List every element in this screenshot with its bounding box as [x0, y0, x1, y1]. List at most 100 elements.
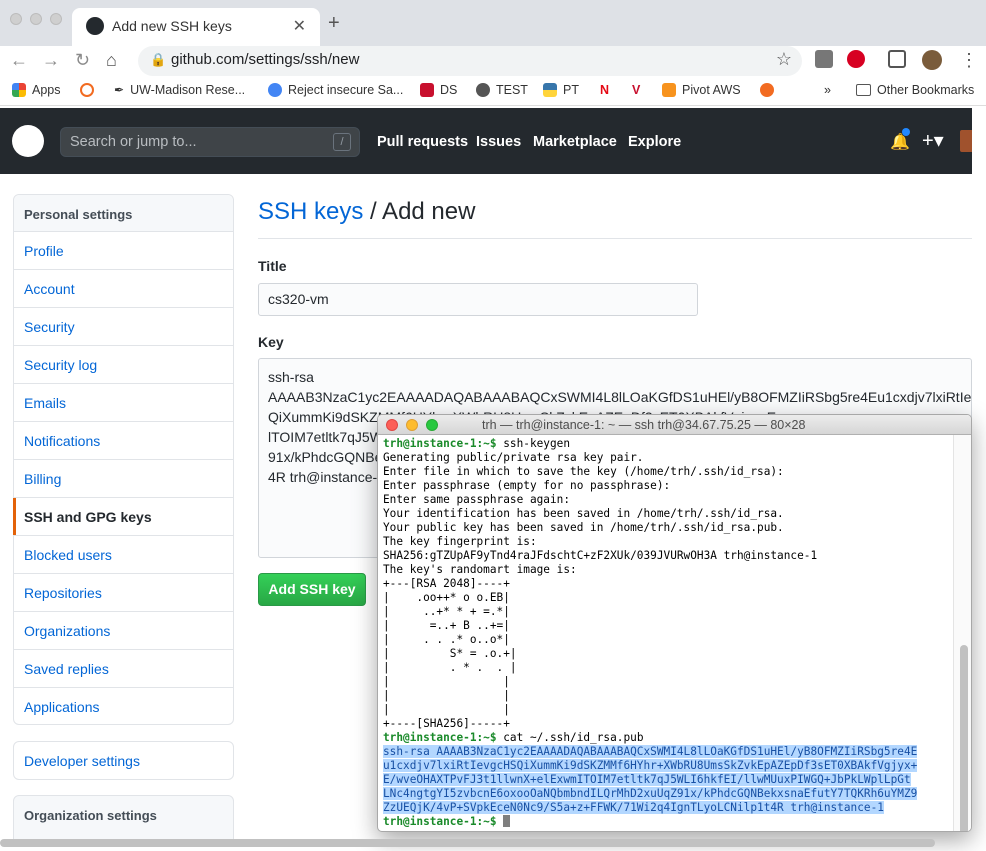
- sidebar-item-ssh-gpg-keys[interactable]: SSH and GPG keys: [13, 498, 233, 536]
- home-icon[interactable]: ⌂: [106, 50, 117, 71]
- terminal-cursor: [503, 815, 511, 827]
- bookmark-reject-insecure[interactable]: Reject insecure Sa...: [268, 83, 403, 97]
- terminal-line: SHA256:gTZUpAF9yTnd4raJFdschtC+zF2XUk/03…: [383, 549, 818, 562]
- selected-key-text[interactable]: ssh-rsa AAAAB3NzaC1yc2EAAAADAQABAAABAQCx…: [383, 745, 918, 758]
- terminal-command: cat ~/.ssh/id_rsa.pub: [503, 731, 644, 744]
- terminal-window[interactable]: trh — trh@instance-1: ~ — ssh trh@34.67.…: [377, 414, 972, 832]
- key-line: AAAAB3NzaC1yc2EAAAADAQABAAABAQCxSWMI4L8l…: [268, 389, 972, 405]
- other-bookmarks[interactable]: Other Bookmarks: [856, 83, 974, 97]
- github-header: Search or jump to... / Pull requests Iss…: [0, 108, 974, 174]
- title-input[interactable]: cs320-vm: [258, 283, 698, 316]
- close-window-icon[interactable]: [10, 13, 22, 25]
- terminal-line: | =..+ B ..+=|: [383, 619, 510, 632]
- terminal-scroll-thumb[interactable]: [960, 645, 968, 831]
- sidebar-item-billing[interactable]: Billing: [14, 460, 233, 498]
- bookmark-star-icon[interactable]: ☆: [776, 49, 792, 70]
- selected-key-text[interactable]: ZzUEQjK/4vP+SVpkEceN0Nc9/S5a+z+FFWK/71Wi…: [383, 801, 884, 814]
- bookmark-label: Reject insecure Sa...: [288, 83, 404, 97]
- sidebar-item-repositories[interactable]: Repositories: [14, 574, 233, 612]
- bookmark-uw-madison[interactable]: ✒ UW-Madison Rese...: [114, 83, 245, 97]
- terminal-close-icon[interactable]: [386, 419, 398, 431]
- tab-title: Add new SSH keys: [112, 18, 232, 34]
- bookmark-label: PT: [563, 83, 579, 97]
- organization-settings-heading: Organization settings: [13, 795, 234, 840]
- key-line: ssh-rsa: [268, 369, 314, 385]
- terminal-line: | |: [383, 675, 510, 688]
- terminal-line: +----[SHA256]-----+: [383, 717, 510, 730]
- sidebar-item-notifications[interactable]: Notifications: [14, 422, 233, 460]
- bookmarks-bar: Apps ✒ UW-Madison Rese... Reject insecure…: [0, 78, 986, 106]
- bookmark-test[interactable]: TEST: [476, 83, 528, 97]
- notification-dot: [902, 128, 910, 136]
- search-input[interactable]: Search or jump to... /: [60, 127, 360, 157]
- selected-key-text[interactable]: u1cxdjv7lxiRtIevgcHSQiXummKi9dSKZMMf6HYh…: [383, 759, 918, 772]
- nav-pull-requests[interactable]: Pull requests: [377, 134, 468, 150]
- bookmark-label: Pivot AWS: [682, 83, 741, 97]
- nav-issues[interactable]: Issues: [476, 134, 521, 150]
- terminal-scrollbar[interactable]: [953, 435, 971, 831]
- bookmark-ds[interactable]: DS: [420, 83, 457, 97]
- nav-explore[interactable]: Explore: [628, 134, 681, 150]
- minimize-window-icon[interactable]: [30, 13, 42, 25]
- sidebar-item-saved-replies[interactable]: Saved replies: [14, 650, 233, 688]
- sidebar-item-security-log[interactable]: Security log: [14, 346, 233, 384]
- sidebar-item-organizations[interactable]: Organizations: [14, 612, 233, 650]
- sidebar-item-blocked-users[interactable]: Blocked users: [14, 536, 233, 574]
- address-bar[interactable]: 🔒 github.com/settings/ssh/new ☆: [138, 46, 802, 76]
- bookmarks-overflow-icon[interactable]: »: [824, 83, 831, 97]
- github-logo-icon[interactable]: [12, 125, 44, 157]
- page-title-rest: / Add new: [363, 198, 476, 225]
- ssh-keys-link[interactable]: SSH keys: [258, 198, 363, 225]
- selected-key-text[interactable]: E/wveOHAXTPvFJ3t1llwnX+elExwmITOIM7etltk…: [383, 773, 911, 786]
- nav-marketplace[interactable]: Marketplace: [533, 134, 617, 150]
- terminal-zoom-icon[interactable]: [426, 419, 438, 431]
- terminal-line: trh@instance-1:~$: [383, 815, 953, 829]
- browser-toolbar: ← → ↻ ⌂ 🔒 github.com/settings/ssh/new ☆ …: [0, 46, 986, 78]
- page-edge: [972, 108, 986, 851]
- bookmark-music[interactable]: [760, 83, 774, 97]
- chrome-icon: [268, 83, 282, 97]
- reload-icon[interactable]: ↻: [75, 50, 90, 71]
- terminal-output[interactable]: trh@instance-1:~$ ssh-keygen Generating p…: [383, 437, 953, 831]
- terminal-line: The key's randomart image is:: [383, 563, 577, 576]
- title-label: Title: [258, 258, 287, 274]
- sidebar-item-profile[interactable]: Profile: [14, 232, 233, 270]
- terminal-line: | S* = .o.+|: [383, 647, 517, 660]
- bookmark-pivot-aws[interactable]: Pivot AWS: [662, 83, 741, 97]
- sidebar-item-emails[interactable]: Emails: [14, 384, 233, 422]
- terminal-minimize-icon[interactable]: [406, 419, 418, 431]
- bookmark-netflix[interactable]: N: [600, 83, 609, 97]
- bookmark-label: TEST: [496, 83, 528, 97]
- menu-icon[interactable]: ⋮: [960, 50, 978, 71]
- zoom-window-icon[interactable]: [50, 13, 62, 25]
- profile-avatar[interactable]: [922, 50, 942, 70]
- back-icon[interactable]: ←: [10, 50, 28, 71]
- bookmark-label: UW-Madison Rese...: [130, 83, 246, 97]
- sidebar-item-applications[interactable]: Applications: [14, 688, 233, 726]
- horizontal-scrollbar[interactable]: [0, 839, 935, 847]
- close-tab-icon[interactable]: ✕: [293, 16, 306, 36]
- terminal-line: Your identification has been saved in /h…: [383, 507, 784, 520]
- forward-icon[interactable]: →: [42, 50, 60, 71]
- new-tab-icon[interactable]: +: [328, 12, 340, 35]
- terminal-line: | ..+* * + =.*|: [383, 605, 510, 618]
- add-ssh-key-button[interactable]: Add SSH key: [258, 573, 366, 606]
- bookmark-pt[interactable]: PT: [543, 83, 579, 97]
- ublock-icon[interactable]: [847, 50, 865, 68]
- browser-tab[interactable]: Add new SSH keys ✕: [72, 8, 320, 46]
- bookmark-orange[interactable]: [80, 83, 94, 97]
- bookmark-apps[interactable]: Apps: [12, 83, 61, 97]
- sidebar-item-security[interactable]: Security: [14, 308, 233, 346]
- sidebar-item-account[interactable]: Account: [14, 270, 233, 308]
- bookmark-v[interactable]: V: [632, 83, 640, 97]
- selected-key-text[interactable]: LNc4ngtgYI5zvbcnE6oxooOaNQbmbndILQrMhD2x…: [383, 787, 918, 800]
- terminal-line: E/wveOHAXTPvFJ3t1llwnX+elExwmITOIM7etltk…: [383, 773, 953, 787]
- terminal-line: Enter file in which to save the key (/ho…: [383, 465, 784, 478]
- media-icon[interactable]: [888, 50, 906, 68]
- terminal-prompt: trh@instance-1:~$: [383, 731, 504, 744]
- extension-icon[interactable]: [815, 50, 833, 68]
- sidebar-item-developer-settings[interactable]: Developer settings: [13, 741, 234, 780]
- create-new-icon[interactable]: +▾: [922, 128, 944, 153]
- apps-grid-icon: [12, 83, 26, 97]
- terminal-titlebar[interactable]: trh — trh@instance-1: ~ — ssh trh@34.67.…: [378, 415, 971, 435]
